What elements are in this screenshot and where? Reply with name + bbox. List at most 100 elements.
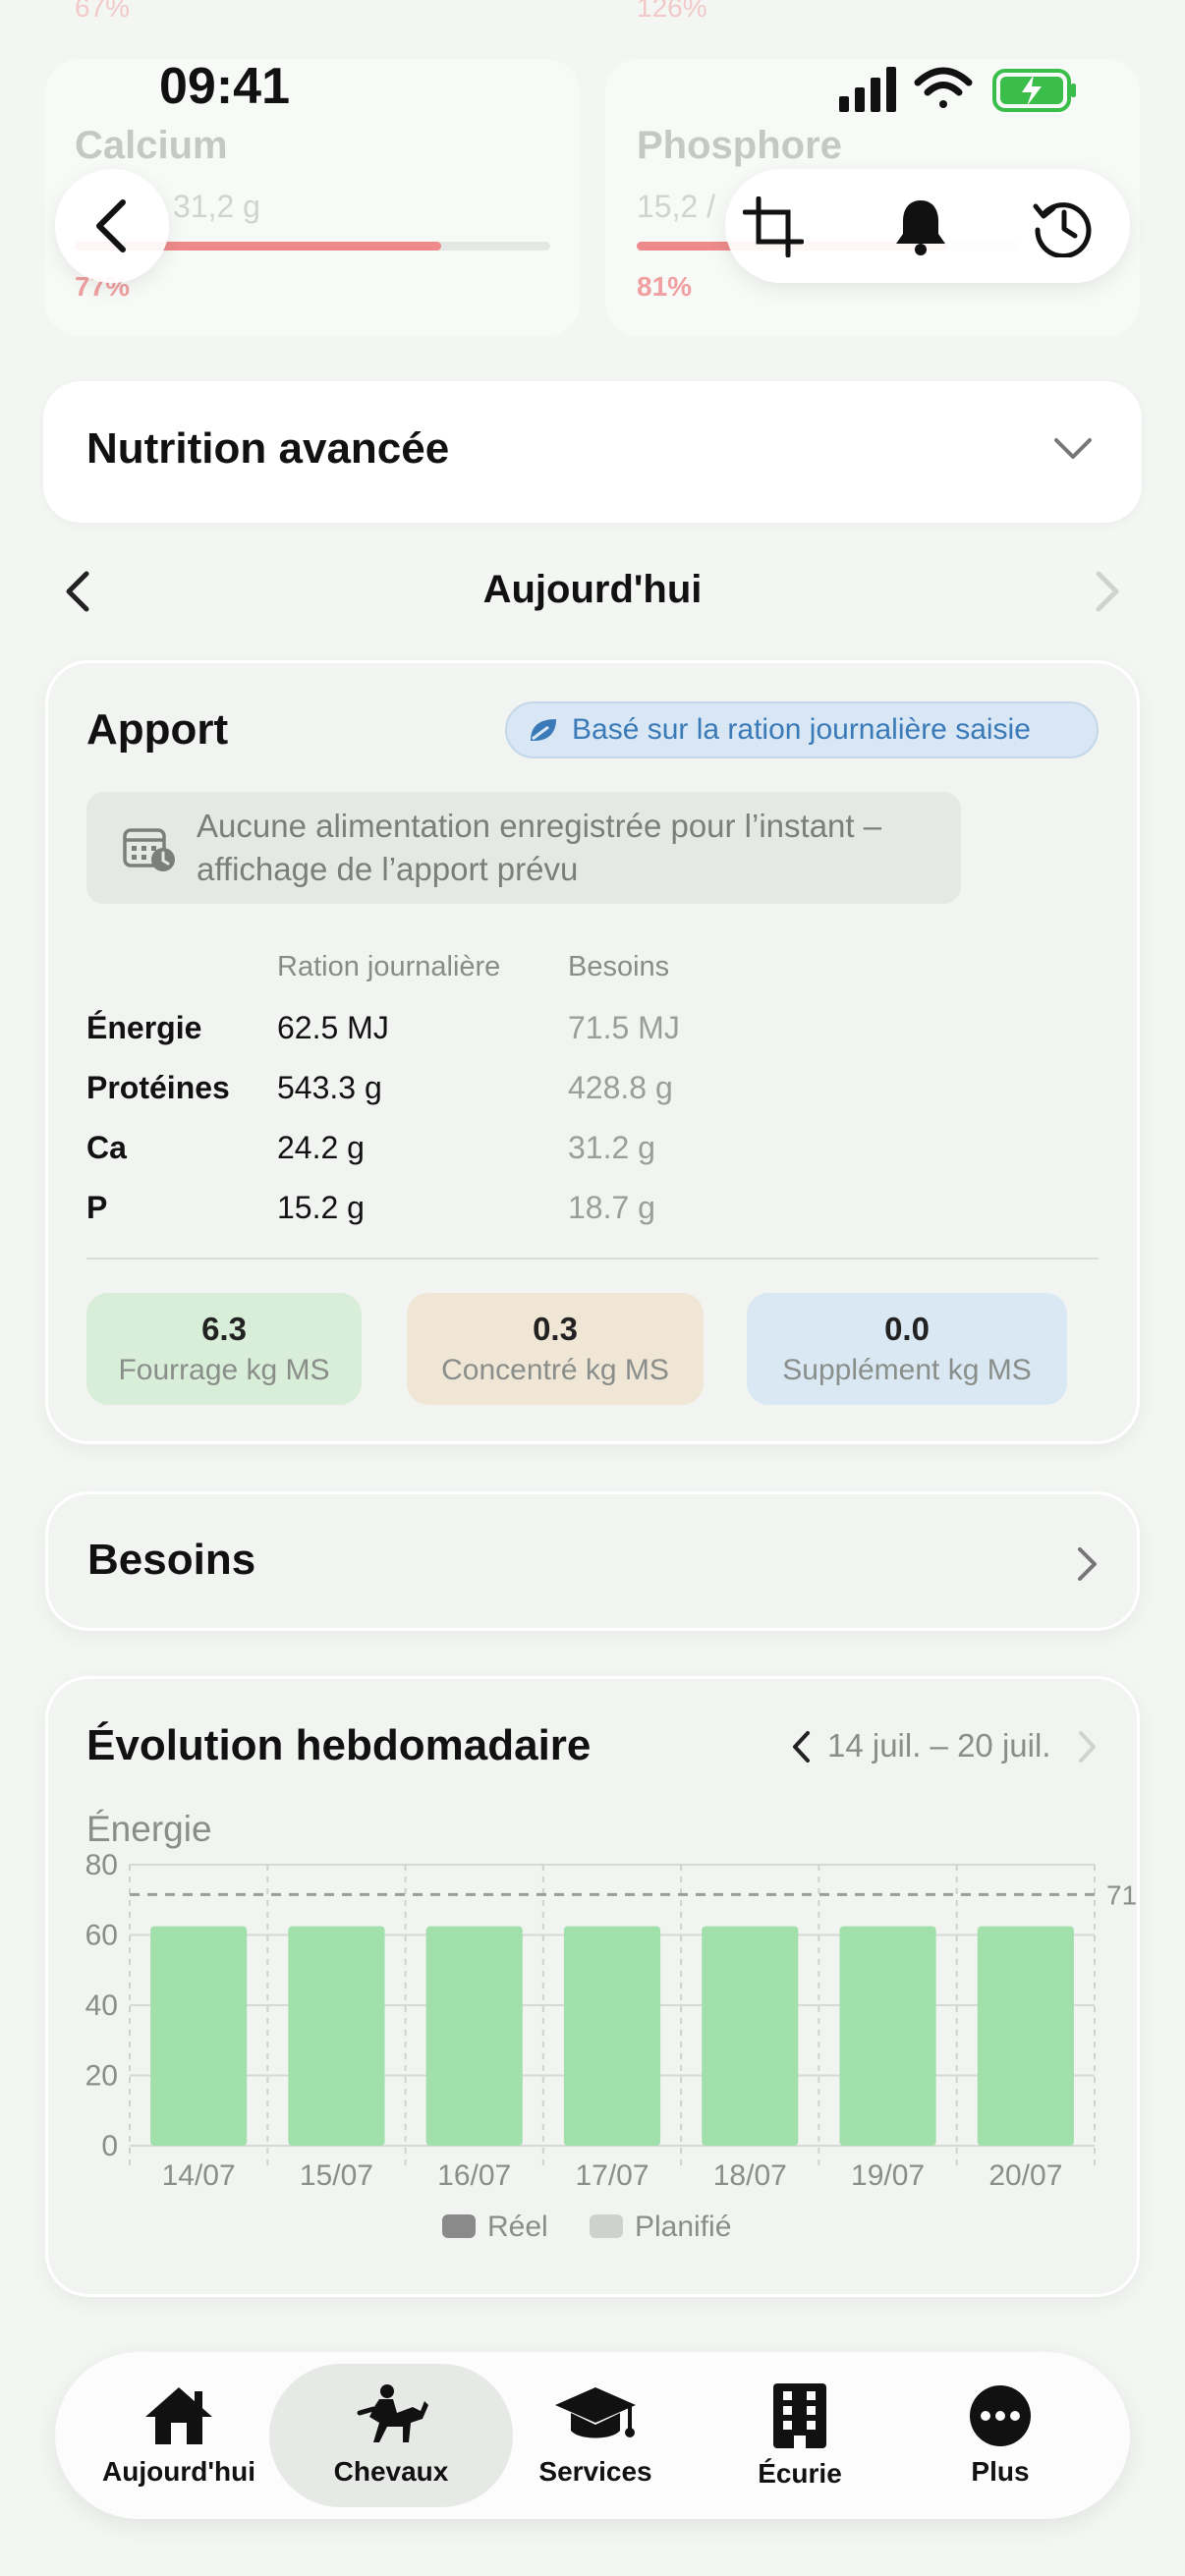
y-tick-label: 80 <box>85 1849 118 1881</box>
chevron-down-icon <box>1054 438 1092 459</box>
legend-label: Réel <box>487 2211 548 2243</box>
more-icon <box>970 2385 1031 2446</box>
ration-source-badge-label: Basé sur la ration journalière saisie <box>572 713 1031 746</box>
weekly-title: Évolution hebdomadaire <box>86 1721 592 1769</box>
ration-column-header: Ration journalière <box>277 951 501 982</box>
house-icon <box>145 2387 212 2444</box>
energy-bar <box>839 1926 936 2146</box>
signal-icon <box>839 67 896 112</box>
x-tick-label: 15/07 <box>300 2159 373 2192</box>
tab-bar: Aujourd'hui Chevaux Services Écurie Plus <box>55 2352 1130 2519</box>
bell-icon[interactable] <box>890 196 951 257</box>
chart-title: Énergie <box>86 1809 212 1849</box>
calcium-ration: 24.2 g <box>277 1130 365 1165</box>
tab-horses[interactable]: Chevaux <box>293 2352 489 2519</box>
battery-icon <box>992 69 1076 112</box>
no-feed-notice-text: Aucune alimentation enregistrée pour l’i… <box>197 808 882 887</box>
forage-label: Fourrage kg MS <box>118 1354 330 1386</box>
building-icon <box>773 2383 826 2448</box>
next-day-icon[interactable] <box>1095 570 1122 613</box>
x-tick-label: 18/07 <box>713 2159 787 2192</box>
y-tick-label: 40 <box>85 1989 118 2022</box>
status-time: 09:41 <box>159 58 290 115</box>
energy-bar <box>150 1926 248 2146</box>
protein-needs: 428.8 g <box>568 1070 673 1105</box>
y-tick-label: 20 <box>85 2060 118 2093</box>
phosphorus-needs: 18.7 g <box>568 1190 655 1225</box>
ration-source-badge: Basé sur la ration journalière saisie <box>505 701 1099 758</box>
phosphore-value: 15,2 / <box>637 189 716 224</box>
tab-more[interactable]: Plus <box>904 2352 1097 2519</box>
concentrate-label: Concentré kg MS <box>441 1354 669 1386</box>
advanced-nutrition-title: Nutrition avancée <box>86 424 450 473</box>
legend-label: Planifié <box>635 2211 731 2243</box>
tab-stable[interactable]: Écurie <box>704 2352 896 2519</box>
energy-bar <box>702 1926 799 2146</box>
supplement-chip: 0.0 Supplément kg MS <box>747 1293 1067 1405</box>
concentrate-chip: 0.3 Concentré kg MS <box>407 1293 704 1405</box>
status-icons <box>839 67 1076 112</box>
x-tick-label: 14/07 <box>162 2159 236 2192</box>
needs-column-header: Besoins <box>568 951 670 982</box>
calcium-value: 31,2 g <box>173 189 260 224</box>
energy-label: Énergie <box>86 1010 202 1045</box>
protein-label: Protéines <box>86 1070 230 1105</box>
calcium-label: Ca <box>86 1130 127 1165</box>
tab-horses-label: Chevaux <box>333 2456 449 2487</box>
legend-swatch <box>590 2214 623 2238</box>
supplement-value: 0.0 <box>884 1311 930 1347</box>
horse-rider-icon <box>357 2384 428 2442</box>
x-tick-label: 19/07 <box>851 2159 925 2192</box>
day-label: Aujourd'hui <box>482 568 703 611</box>
x-tick-label: 16/07 <box>437 2159 511 2192</box>
needs-reference-label: 71 <box>1106 1879 1137 1910</box>
calendar-clock-icon <box>123 828 175 871</box>
leaf-icon <box>531 719 556 741</box>
chevron-left-icon <box>96 199 126 252</box>
tab-today[interactable]: Aujourd'hui <box>85 2352 273 2519</box>
energy-ration: 62.5 MJ <box>277 1010 389 1045</box>
calcium-name: Calcium <box>75 124 228 167</box>
x-tick-label: 17/07 <box>575 2159 649 2192</box>
advanced-nutrition-card[interactable]: Nutrition avancée <box>43 381 1142 523</box>
faded-percent-right: 126% <box>637 0 707 23</box>
previous-week-icon[interactable] <box>790 1729 812 1764</box>
intake-title: Apport <box>86 705 229 754</box>
week-range: 14 juil. – 20 juil. <box>827 1727 1051 1764</box>
forage-chip: 6.3 Fourrage kg MS <box>86 1293 362 1405</box>
phosphore-percent: 81% <box>637 271 693 302</box>
forage-value: 6.3 <box>201 1311 247 1347</box>
next-week-icon[interactable] <box>1077 1729 1099 1764</box>
calcium-needs: 31.2 g <box>568 1130 655 1165</box>
faded-percent-left: 67% <box>75 0 131 23</box>
energy-chart: Énergie 0 20 40 60 80 14/07 15/07 16/07 17/07 18/… <box>85 1809 1138 2243</box>
energy-needs: 71.5 MJ <box>568 1010 680 1045</box>
supplement-label: Supplément kg MS <box>782 1354 1032 1386</box>
y-tick-label: 60 <box>85 1920 118 1952</box>
graduation-cap-icon <box>555 2387 636 2438</box>
y-tick-label: 0 <box>101 2130 118 2162</box>
legend-swatch <box>442 2214 476 2238</box>
history-icon[interactable] <box>1032 196 1093 257</box>
x-tick-label: 20/07 <box>988 2159 1062 2192</box>
chevron-right-icon <box>1078 1547 1097 1581</box>
phosphorus-ration: 15.2 g <box>277 1190 365 1225</box>
energy-bar <box>288 1926 385 2146</box>
tab-stable-label: Écurie <box>758 2458 842 2489</box>
wifi-icon <box>914 67 973 108</box>
energy-bar <box>425 1926 523 2146</box>
energy-bar <box>563 1926 661 2146</box>
tab-more-label: Plus <box>971 2456 1030 2487</box>
needs-card[interactable]: Besoins <box>45 1491 1140 1631</box>
protein-ration: 543.3 g <box>277 1070 382 1105</box>
no-feed-notice: Aucune alimentation enregistrée pour l’i… <box>86 792 961 904</box>
tab-services[interactable]: Services <box>499 2352 692 2519</box>
intake-divider <box>86 1258 1099 1260</box>
needs-title: Besoins <box>87 1536 256 1584</box>
crop-icon[interactable] <box>743 196 804 257</box>
tab-services-label: Services <box>538 2456 652 2487</box>
back-button[interactable] <box>55 169 169 283</box>
header-actions <box>725 169 1130 283</box>
phosphore-name: Phosphore <box>637 124 842 167</box>
phosphorus-label: P <box>86 1190 108 1225</box>
